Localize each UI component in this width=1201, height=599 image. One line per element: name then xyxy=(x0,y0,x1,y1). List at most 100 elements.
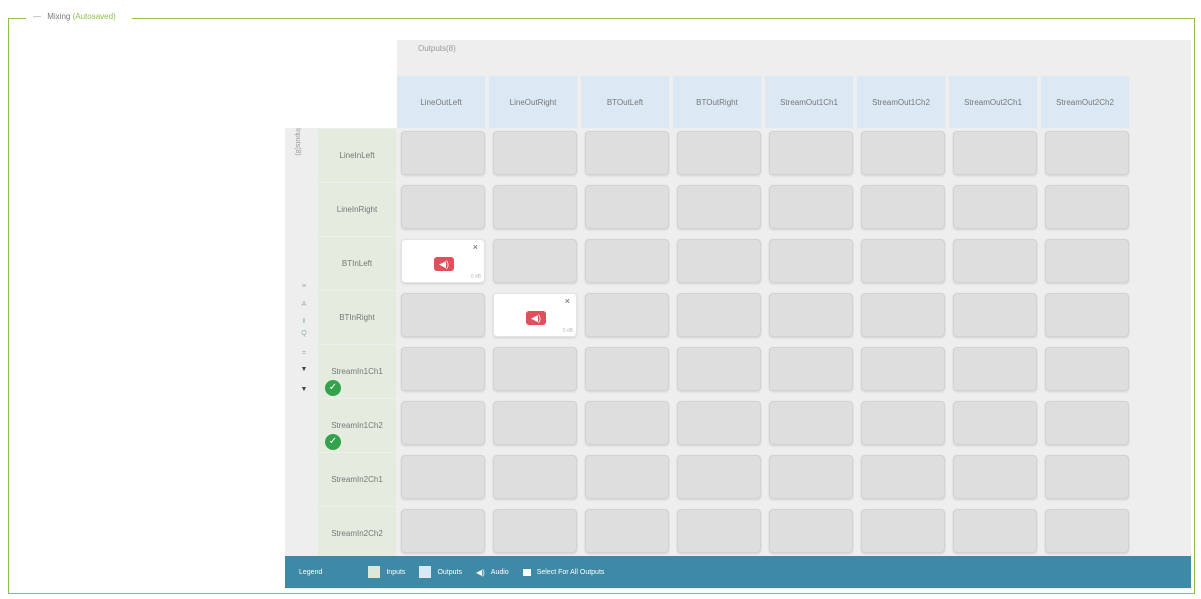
legend-audio: ◀) Audio xyxy=(476,568,509,577)
mix-cell[interactable] xyxy=(401,293,485,337)
autosaved-status: (Autosaved) xyxy=(72,12,116,21)
fieldset-legend: — Mixing (Autosaved) xyxy=(30,12,119,21)
mix-cell[interactable] xyxy=(953,293,1037,337)
mix-cell[interactable] xyxy=(1045,347,1129,391)
mix-cell[interactable] xyxy=(493,131,577,175)
mix-cell[interactable] xyxy=(677,239,761,283)
mix-cell[interactable]: × ◀) 0 dB xyxy=(493,293,577,337)
row-control-icon[interactable]: Q xyxy=(299,330,309,337)
input-row-header[interactable]: BTInLeft xyxy=(318,237,396,290)
mix-cell[interactable] xyxy=(401,455,485,499)
row-control-icon[interactable]: ▼ xyxy=(299,386,309,393)
mix-cell[interactable] xyxy=(493,185,577,229)
mix-cell[interactable] xyxy=(769,185,853,229)
output-column-header: BTOutRight xyxy=(673,76,761,128)
speaker-icon[interactable]: ◀) xyxy=(434,257,454,271)
mix-cell[interactable] xyxy=(861,293,945,337)
close-icon[interactable]: × xyxy=(565,296,570,306)
mix-cell[interactable] xyxy=(401,509,485,553)
mix-cell[interactable] xyxy=(861,401,945,445)
mix-cell[interactable] xyxy=(861,239,945,283)
mix-cell[interactable] xyxy=(769,293,853,337)
mix-cell[interactable] xyxy=(1045,293,1129,337)
output-column-header: StreamOut1Ch1 xyxy=(765,76,853,128)
mix-cell[interactable] xyxy=(585,293,669,337)
collapse-toggle-icon[interactable]: — xyxy=(33,12,41,21)
mix-cell[interactable] xyxy=(1045,509,1129,553)
output-column-header: StreamOut2Ch2 xyxy=(1041,76,1129,128)
legend-bar: Legend Inputs Outputs ◀) Audio Select Fo… xyxy=(285,556,1191,588)
mix-cell[interactable] xyxy=(953,347,1037,391)
mix-cell[interactable] xyxy=(493,509,577,553)
row-control-icon[interactable]: A xyxy=(299,301,309,308)
mix-cell[interactable] xyxy=(769,347,853,391)
mix-cell[interactable] xyxy=(861,509,945,553)
fieldset-border xyxy=(8,18,26,19)
mix-cell[interactable] xyxy=(401,347,485,391)
input-row-header[interactable]: StreamIn2Ch1 xyxy=(318,453,396,506)
mix-cell[interactable] xyxy=(677,455,761,499)
mix-cell[interactable] xyxy=(585,347,669,391)
mix-cell[interactable] xyxy=(585,131,669,175)
mix-cell[interactable] xyxy=(953,455,1037,499)
mix-cell[interactable] xyxy=(585,455,669,499)
mix-cell[interactable] xyxy=(769,455,853,499)
close-icon[interactable]: × xyxy=(473,242,478,252)
mix-cell[interactable] xyxy=(1045,455,1129,499)
input-row-header[interactable]: StreamIn2Ch2 xyxy=(318,507,396,560)
mix-cell[interactable] xyxy=(677,401,761,445)
mix-cell[interactable] xyxy=(953,509,1037,553)
mix-cell[interactable] xyxy=(677,185,761,229)
mix-cell[interactable] xyxy=(493,239,577,283)
input-row-header[interactable]: LineInRight xyxy=(318,183,396,236)
mix-cell[interactable] xyxy=(861,347,945,391)
mix-cell[interactable] xyxy=(677,293,761,337)
mix-cell[interactable] xyxy=(677,509,761,553)
mix-cell[interactable] xyxy=(861,185,945,229)
mix-cell[interactable] xyxy=(769,401,853,445)
mix-cell[interactable] xyxy=(493,455,577,499)
mix-cell[interactable] xyxy=(769,131,853,175)
mix-cell[interactable]: × ◀) 0 dB xyxy=(401,239,485,283)
gain-value: 0 dB xyxy=(470,274,481,280)
row-control-icon[interactable]: I xyxy=(299,318,309,325)
mix-cell[interactable] xyxy=(1045,131,1129,175)
input-row-header[interactable]: LineInLeft xyxy=(318,129,396,182)
legend-inputs: Inputs xyxy=(368,566,405,578)
mix-cell[interactable] xyxy=(677,347,761,391)
mix-cell[interactable] xyxy=(677,131,761,175)
mix-cell[interactable] xyxy=(1045,239,1129,283)
row-control-icon[interactable]: = xyxy=(299,350,309,357)
mix-cell[interactable] xyxy=(585,509,669,553)
mix-cell[interactable] xyxy=(1045,185,1129,229)
check-icon: ✓ xyxy=(325,380,341,396)
mix-cell[interactable] xyxy=(769,509,853,553)
mix-cell[interactable] xyxy=(953,131,1037,175)
speaker-icon: ◀) xyxy=(475,567,485,577)
mix-cell[interactable] xyxy=(585,239,669,283)
mix-cell[interactable] xyxy=(953,185,1037,229)
mix-cell[interactable] xyxy=(401,131,485,175)
mix-cell[interactable] xyxy=(585,401,669,445)
inputs-swatch xyxy=(368,566,381,578)
mix-cell[interactable] xyxy=(861,455,945,499)
row-control-icon[interactable]: ▼ xyxy=(299,366,309,373)
input-row-header[interactable]: BTInRight xyxy=(318,291,396,344)
legend-select-all-label: Select For All Outputs xyxy=(536,568,605,576)
output-column-header: BTOutLeft xyxy=(581,76,669,128)
legend-title: Legend xyxy=(299,568,323,576)
mix-cell[interactable] xyxy=(861,131,945,175)
mix-cell[interactable] xyxy=(769,239,853,283)
mix-cell[interactable] xyxy=(953,401,1037,445)
mix-cell[interactable] xyxy=(585,185,669,229)
mix-cell[interactable] xyxy=(401,401,485,445)
speaker-icon[interactable]: ◀) xyxy=(526,311,546,325)
mix-cell[interactable] xyxy=(401,185,485,229)
input-row-label: StreamIn1Ch2 xyxy=(331,421,383,430)
mix-cell[interactable] xyxy=(953,239,1037,283)
mix-cell[interactable] xyxy=(1045,401,1129,445)
matrix-corner xyxy=(285,40,397,128)
mix-cell[interactable] xyxy=(493,401,577,445)
row-control-icon[interactable]: ≡ xyxy=(299,283,309,290)
mix-cell[interactable] xyxy=(493,347,577,391)
